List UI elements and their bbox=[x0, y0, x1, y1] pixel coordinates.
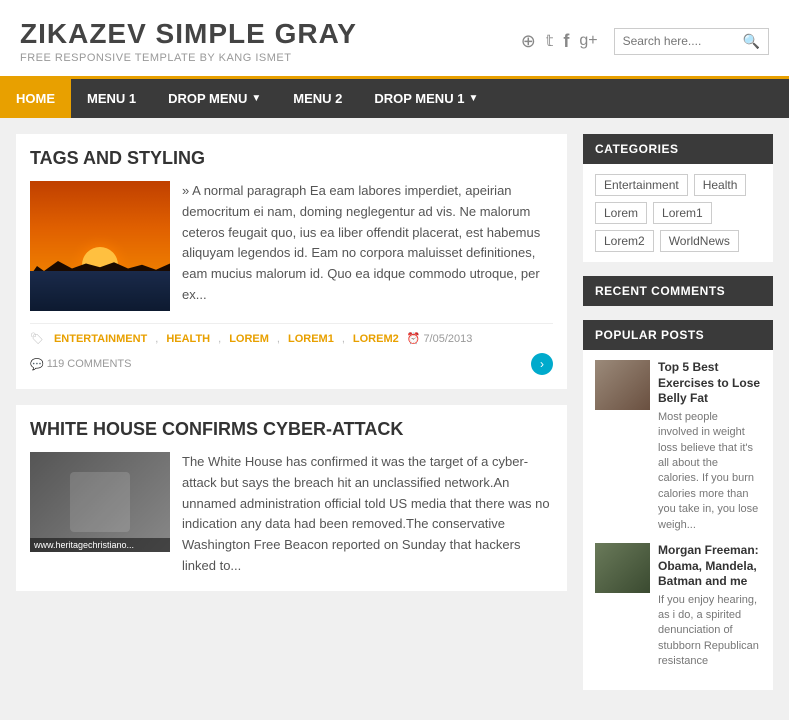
categories-content: Entertainment Health Lorem Lorem1 Lorem2… bbox=[583, 164, 773, 262]
popular-text-1: Top 5 Best Exercises to Lose Belly Fat M… bbox=[658, 360, 761, 533]
nav-item-dropmenu1[interactable]: DROP MENU 1 ▼ bbox=[358, 79, 494, 118]
popular-title-1[interactable]: Top 5 Best Exercises to Lose Belly Fat bbox=[658, 360, 761, 407]
meta-tag-entertainment[interactable]: ENTERTAINMENT bbox=[54, 333, 147, 345]
article-title-2: WHITE HOUSE CONFIRMS CYBER-ATTACK bbox=[30, 419, 553, 440]
category-entertainment[interactable]: Entertainment bbox=[595, 174, 688, 196]
search-input[interactable] bbox=[623, 34, 743, 48]
twitter-icon[interactable]: 𝕥 bbox=[546, 31, 553, 51]
search-box: 🔍 bbox=[614, 28, 769, 55]
popular-thumb-1 bbox=[595, 360, 650, 410]
categories-header: CATEGORIES bbox=[583, 134, 773, 164]
site-title: ZIKAZEV SIMPLE GRAY bbox=[20, 18, 357, 50]
article-text-1: » A normal paragraph Ea eam labores impe… bbox=[182, 181, 553, 311]
comment-icon: 💬 bbox=[30, 358, 44, 371]
article-arrow-1[interactable]: › bbox=[531, 353, 553, 375]
category-lorem1[interactable]: Lorem1 bbox=[653, 202, 712, 224]
popular-thumb-2 bbox=[595, 543, 650, 593]
popular-posts-content: Top 5 Best Exercises to Lose Belly Fat M… bbox=[583, 350, 773, 690]
facebook-icon[interactable]: f bbox=[563, 31, 569, 52]
meta-tag-lorem2[interactable]: LOREM2 bbox=[353, 333, 399, 345]
header-right: ⊕ 𝕥 f g+ 🔍 bbox=[521, 28, 769, 55]
article-body-2: www.heritagechristiano... The White Hous… bbox=[30, 452, 553, 577]
popular-post-2: Morgan Freeman: Obama, Mandela, Batman a… bbox=[595, 543, 761, 670]
article-image-2: www.heritagechristiano... bbox=[30, 452, 170, 552]
category-lorem[interactable]: Lorem bbox=[595, 202, 647, 224]
meta-tag-lorem[interactable]: LOREM bbox=[229, 333, 269, 345]
article-title-1: TAGS AND STYLING bbox=[30, 148, 553, 169]
category-health[interactable]: Health bbox=[694, 174, 747, 196]
recent-comments-header: RECENT COMMENTS bbox=[583, 276, 773, 306]
article-image-1 bbox=[30, 181, 170, 311]
sidebar-categories: CATEGORIES Entertainment Health Lorem Lo… bbox=[583, 134, 773, 262]
nav-item-dropmenu[interactable]: DROP MENU ▼ bbox=[152, 79, 277, 118]
popular-posts-header: POPULAR POSTS bbox=[583, 320, 773, 350]
googleplus-icon[interactable]: g+ bbox=[579, 32, 597, 50]
article-tags-styling: TAGS AND STYLING » A normal paragraph Ea… bbox=[16, 134, 567, 389]
popular-title-2[interactable]: Morgan Freeman: Obama, Mandela, Batman a… bbox=[658, 543, 761, 590]
sunset-water bbox=[30, 271, 170, 311]
pinterest-icon[interactable]: ⊕ bbox=[521, 31, 536, 52]
meta-tag-lorem1[interactable]: LOREM1 bbox=[288, 333, 334, 345]
content-area: TAGS AND STYLING » A normal paragraph Ea… bbox=[16, 134, 567, 704]
meta-date-1: ⏰ 7/05/2013 bbox=[407, 332, 473, 345]
nav-item-menu2[interactable]: MENU 2 bbox=[277, 79, 358, 118]
meta-comments-1[interactable]: 💬 119 COMMENTS bbox=[30, 358, 131, 371]
thumb-graphic bbox=[30, 452, 170, 552]
popular-text-2: Morgan Freeman: Obama, Mandela, Batman a… bbox=[658, 543, 761, 670]
category-tag-list: Entertainment Health Lorem Lorem1 Lorem2… bbox=[595, 174, 761, 252]
article-meta-1: 🏷 ENTERTAINMENT, HEALTH, LOREM, LOREM1, … bbox=[30, 323, 553, 375]
article-cyber-attack: WHITE HOUSE CONFIRMS CYBER-ATTACK www.he… bbox=[16, 405, 567, 591]
site-header: ZIKAZEV SIMPLE GRAY FREE RESPONSIVE TEMP… bbox=[0, 0, 789, 79]
sidebar-popular-posts: POPULAR POSTS Top 5 Best Exercises to Lo… bbox=[583, 320, 773, 690]
sidebar-recent-comments: RECENT COMMENTS bbox=[583, 276, 773, 306]
category-lorem2[interactable]: Lorem2 bbox=[595, 230, 654, 252]
clock-icon: ⏰ bbox=[407, 332, 421, 345]
site-subtitle: FREE RESPONSIVE TEMPLATE BY KANG ISMET bbox=[20, 52, 357, 64]
dropdown-arrow: ▼ bbox=[251, 93, 261, 104]
sidebar: CATEGORIES Entertainment Health Lorem Lo… bbox=[583, 134, 773, 704]
main-nav: HOME MENU 1 DROP MENU ▼ MENU 2 DROP MENU… bbox=[0, 79, 789, 118]
nav-item-home[interactable]: HOME bbox=[0, 79, 71, 118]
site-branding: ZIKAZEV SIMPLE GRAY FREE RESPONSIVE TEMP… bbox=[20, 18, 357, 64]
popular-excerpt-2: If you enjoy hearing, as i do, a spirite… bbox=[658, 593, 761, 670]
social-icons: ⊕ 𝕥 f g+ bbox=[521, 31, 598, 52]
popular-post-1: Top 5 Best Exercises to Lose Belly Fat M… bbox=[595, 360, 761, 533]
tag-icon: 🏷 bbox=[30, 332, 44, 345]
search-button[interactable]: 🔍 bbox=[743, 33, 760, 50]
thumb-url: www.heritagechristiano... bbox=[30, 538, 170, 552]
category-worldnews[interactable]: WorldNews bbox=[660, 230, 739, 252]
meta-tag-health[interactable]: HEALTH bbox=[166, 333, 210, 345]
article-text-2: The White House has confirmed it was the… bbox=[182, 452, 553, 577]
popular-excerpt-1: Most people involved in weight loss beli… bbox=[658, 410, 761, 533]
nav-item-menu1[interactable]: MENU 1 bbox=[71, 79, 152, 118]
article-body-1: » A normal paragraph Ea eam labores impe… bbox=[30, 181, 553, 311]
main-layout: TAGS AND STYLING » A normal paragraph Ea… bbox=[0, 118, 789, 720]
dropdown-arrow-2: ▼ bbox=[468, 93, 478, 104]
